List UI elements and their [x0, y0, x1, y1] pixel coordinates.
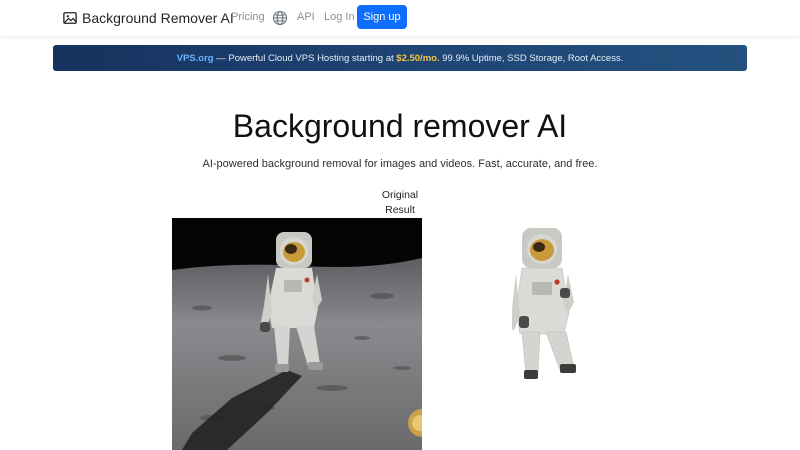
promo-price: $2.50/mo.	[396, 52, 440, 64]
page-title: Background remover AI	[232, 108, 568, 144]
nav-login-link[interactable]: Log In	[324, 11, 355, 23]
brand-link[interactable]: Background Remover AI	[63, 9, 234, 27]
page-subtitle: AI-powered background removal for images…	[202, 158, 598, 170]
promo-brand-link[interactable]: VPS.org	[177, 53, 214, 64]
promo-text: — Powerful Cloud VPS Hosting starting at	[213, 52, 397, 64]
original-label: Original	[381, 189, 419, 201]
promo-banner[interactable]: VPS.org — Powerful Cloud VPS Hosting sta…	[53, 45, 747, 71]
result-image	[512, 228, 576, 379]
promo-text-tail: 99.9% Uptime, SSD Storage, Root Access.	[439, 52, 624, 64]
result-label: Result	[385, 204, 415, 216]
image-icon	[63, 12, 77, 24]
navbar: Background Remover AI Pricing API Log In…	[0, 0, 800, 36]
nav-api-link[interactable]: API	[297, 11, 315, 23]
globe-icon[interactable]	[272, 10, 288, 26]
original-image	[172, 218, 422, 450]
signup-button[interactable]: Sign up	[357, 5, 407, 29]
nav-pricing-link[interactable]: Pricing	[231, 11, 265, 23]
brand-name: Background Remover AI	[82, 10, 234, 26]
